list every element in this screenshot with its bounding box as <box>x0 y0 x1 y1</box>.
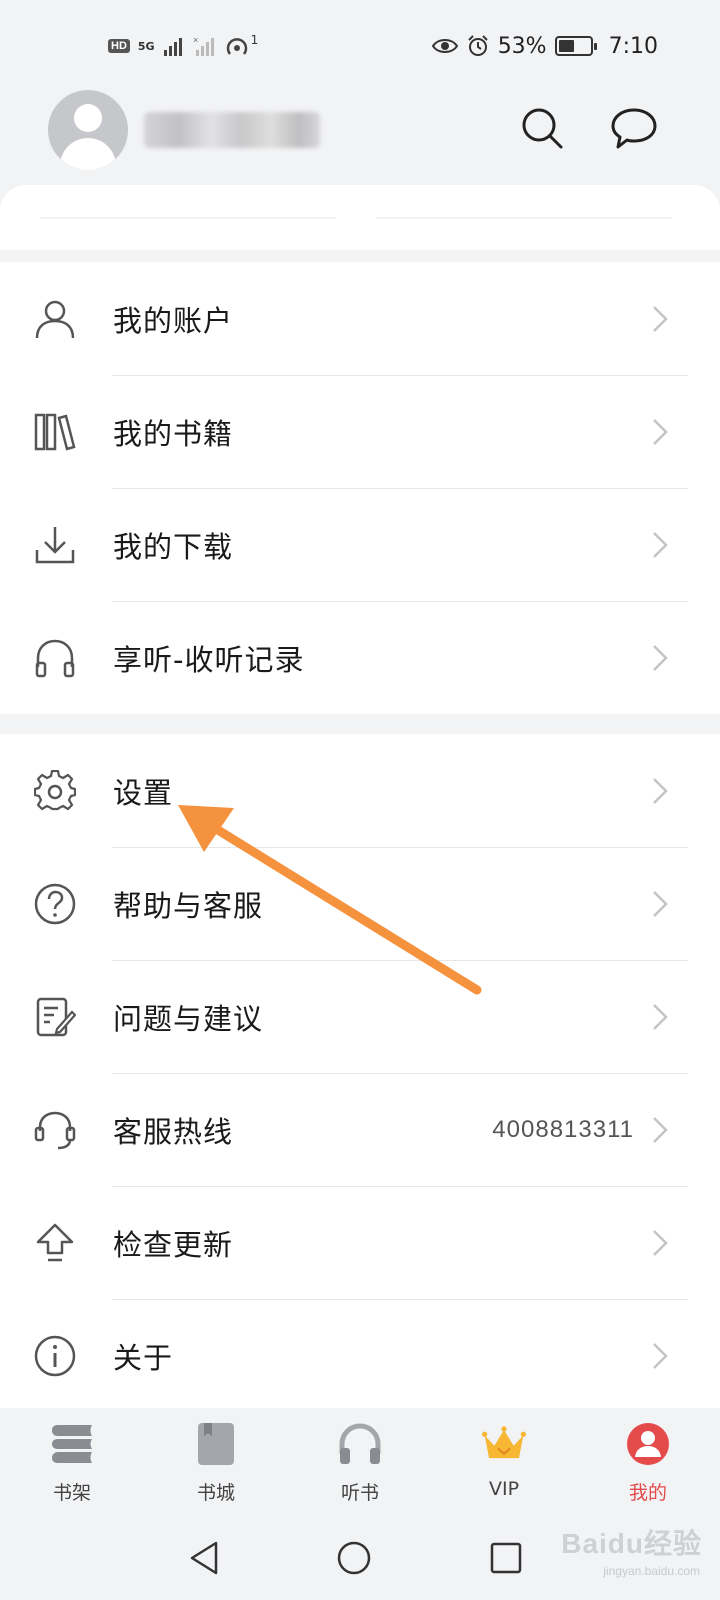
menu-item-books[interactable]: 我的书籍 <box>0 375 720 488</box>
download-icon <box>35 527 75 564</box>
clock: 7:10 <box>608 33 658 59</box>
search-button[interactable] <box>514 100 570 156</box>
menu-item-check-update[interactable]: 检查更新 <box>0 1186 720 1299</box>
headset-icon <box>34 1111 76 1150</box>
nav-tab-mine[interactable]: 我的 <box>576 1408 720 1514</box>
headphones-icon <box>35 639 75 678</box>
battery-fill <box>558 40 575 52</box>
signal-icon <box>163 38 182 56</box>
chevron-right-icon <box>653 1004 668 1030</box>
chevron-right-icon <box>653 645 668 671</box>
battery-percent: 53% <box>497 33 547 59</box>
back-button[interactable] <box>182 1536 226 1580</box>
menu-group-secondary: 设置 帮助与客服 问题与建议 客服热线 4008813311 检查更新 关于 <box>0 734 720 1412</box>
menu-label: 关于 <box>113 1340 174 1375</box>
menu-label: 问题与建议 <box>113 1001 264 1036</box>
menu-label: 设置 <box>113 775 174 810</box>
watermark: Baidu经验 jingyan.baidu.com <box>552 1518 702 1588</box>
eye-icon <box>431 39 458 53</box>
message-icon <box>611 108 657 149</box>
nav-tab-vip[interactable]: VIP <box>432 1408 576 1514</box>
profile-icon <box>627 1423 669 1465</box>
bottom-nav: 书架 书城 听书 VIP 我的 <box>0 1408 720 1514</box>
username-redacted[interactable] <box>144 112 320 148</box>
chevron-right-icon <box>653 891 668 917</box>
chevron-right-icon <box>653 1117 668 1143</box>
nav-tab-bookstore[interactable]: 书城 <box>144 1408 288 1514</box>
menu-label: 我的书籍 <box>113 416 234 451</box>
chevron-right-icon <box>653 778 668 804</box>
crown-icon <box>482 1426 526 1459</box>
menu-label: 客服热线 <box>113 1114 234 1149</box>
bookstore-icon <box>198 1423 234 1465</box>
menu-label: 帮助与客服 <box>113 888 264 923</box>
chevron-right-icon <box>653 532 668 558</box>
message-button[interactable] <box>606 100 662 156</box>
status-right: 53% 7:10 <box>431 28 658 64</box>
upload-arrow-icon <box>36 1223 74 1262</box>
menu-item-feedback[interactable]: 问题与建议 <box>0 960 720 1073</box>
menu-item-about[interactable]: 关于 <box>0 1299 720 1412</box>
back-icon <box>190 1541 218 1575</box>
user-icon <box>35 300 75 339</box>
chevron-right-icon <box>653 306 668 332</box>
listen-icon <box>339 1423 381 1464</box>
menu-item-hotline[interactable]: 客服热线 4008813311 <box>0 1073 720 1186</box>
menu-item-settings[interactable]: 设置 <box>0 734 720 847</box>
chevron-right-icon <box>653 1230 668 1256</box>
menu-label: 检查更新 <box>113 1227 234 1262</box>
search-icon <box>522 108 563 149</box>
status-left: HD 5G × 1 <box>108 32 258 60</box>
menu-group-primary: 我的账户 我的书籍 我的下载 享听-收听记录 <box>0 262 720 714</box>
home-button[interactable] <box>332 1536 376 1580</box>
nav-tab-bookshelf[interactable]: 书架 <box>0 1408 144 1514</box>
home-icon <box>337 1541 371 1575</box>
menu-item-account[interactable]: 我的账户 <box>0 262 720 375</box>
chevron-right-icon <box>653 419 668 445</box>
avatar[interactable] <box>48 90 128 170</box>
menu-label: 我的下载 <box>113 529 234 564</box>
menu-item-listen-history[interactable]: 享听-收听记录 <box>0 601 720 714</box>
nav-tab-listen[interactable]: 听书 <box>288 1408 432 1514</box>
recents-icon <box>490 1542 522 1574</box>
nav-label: 书架 <box>52 1482 91 1504</box>
network-type: 5G <box>137 39 155 53</box>
hotspot-count: 1 <box>250 33 259 47</box>
nav-label: 听书 <box>340 1482 379 1504</box>
feedback-icon <box>36 997 76 1037</box>
svg-text:×: × <box>193 35 198 45</box>
alarm-icon <box>467 35 488 56</box>
menu-label: 享听-收听记录 <box>113 642 305 677</box>
watermark-url: jingyan.baidu.com <box>603 1564 700 1578</box>
books-icon <box>34 413 76 451</box>
battery-icon <box>554 36 597 56</box>
profile-summary-card <box>0 185 720 250</box>
hotline-number: 4008813311 <box>492 1115 634 1143</box>
bookshelf-icon <box>52 1425 92 1463</box>
status-bar: HD 5G × 1 53% 7:10 <box>0 0 720 90</box>
nav-label: 书城 <box>196 1482 235 1504</box>
recents-button[interactable] <box>484 1536 528 1580</box>
hd-badge: HD <box>108 39 130 53</box>
chevron-right-icon <box>653 1343 668 1369</box>
menu-item-help[interactable]: 帮助与客服 <box>0 847 720 960</box>
signal-secondary-icon: × <box>193 35 214 56</box>
nav-label: VIP <box>488 1478 520 1500</box>
watermark-logo: Baidu经验 <box>561 1528 702 1559</box>
menu-label: 我的账户 <box>113 303 234 338</box>
info-icon <box>34 1335 76 1377</box>
hotspot-icon <box>226 38 247 55</box>
nav-label: 我的 <box>628 1482 667 1504</box>
help-icon <box>34 883 76 925</box>
menu-item-downloads[interactable]: 我的下载 <box>0 488 720 601</box>
gear-icon <box>34 770 76 811</box>
profile-header <box>0 90 720 185</box>
